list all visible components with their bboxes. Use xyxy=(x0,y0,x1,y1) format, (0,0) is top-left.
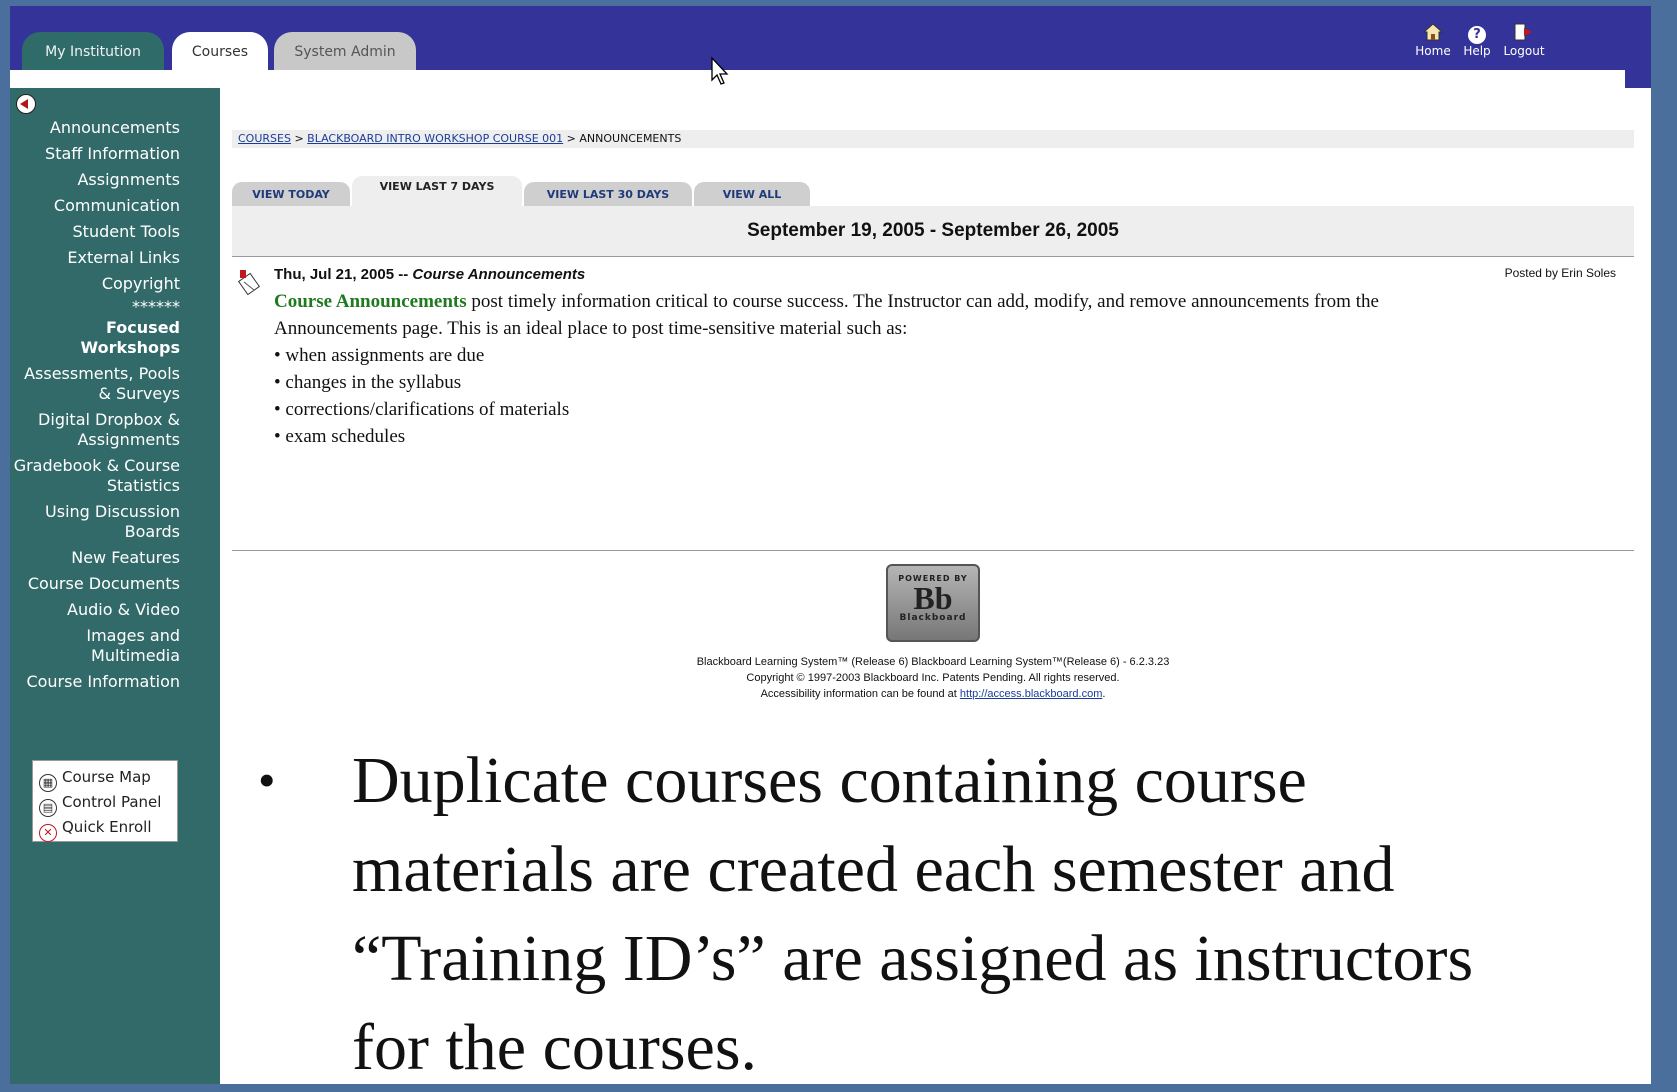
tab-system-admin[interactable]: System Admin xyxy=(274,32,416,70)
breadcrumb-courses-link[interactable]: COURSES xyxy=(238,132,291,145)
footer-accessibility-text: Accessibility information can be found a… xyxy=(760,688,957,700)
help-icon: ? xyxy=(1459,22,1495,44)
slide-bullet-icon: • xyxy=(258,752,276,808)
menu-item-assignments[interactable]: Assignments xyxy=(10,170,180,190)
tab-my-institution[interactable]: My Institution xyxy=(22,32,164,70)
quick-enroll-link[interactable]: ✕ Quick Enroll xyxy=(39,815,177,842)
tab-view-today[interactable]: VIEW TODAY xyxy=(232,182,350,206)
home-label: Home xyxy=(1415,44,1451,58)
course-menu: Announcements Staff Information Assignme… xyxy=(10,118,180,698)
menu-item-audio-video[interactable]: Audio & Video xyxy=(10,600,180,620)
tab-view-all[interactable]: VIEW ALL xyxy=(694,182,810,206)
course-map-link[interactable]: ▦ Course Map xyxy=(39,765,177,792)
date-range-heading: September 19, 2005 - September 26, 2005 xyxy=(232,206,1634,257)
quick-enroll-label: Quick Enroll xyxy=(62,818,152,836)
menu-item-digital-dropbox[interactable]: Digital Dropbox & Assignments xyxy=(10,410,180,450)
mouse-cursor-icon xyxy=(711,56,729,85)
menu-item-assessments[interactable]: Assessments, Pools & Surveys xyxy=(10,364,180,404)
menu-item-gradebook[interactable]: Gradebook & Course Statistics xyxy=(10,456,180,496)
announcement-dash: -- xyxy=(398,266,409,283)
menu-item-images-multimedia[interactable]: Images and Multimedia xyxy=(10,626,180,666)
logout-button[interactable]: Logout xyxy=(1499,22,1549,58)
tab-courses[interactable]: Courses xyxy=(172,32,268,70)
slide-line-2: materials are created each semester and xyxy=(352,833,1395,906)
header-edge xyxy=(1625,70,1651,88)
breadcrumb-current: ANNOUNCEMENTS xyxy=(579,132,682,145)
announcement-icon xyxy=(237,270,261,296)
announcement-highlight: Course Announcements xyxy=(274,291,467,312)
announcement-date: Thu, Jul 21, 2005 xyxy=(274,266,395,283)
menu-item-course-information[interactable]: Course Information xyxy=(10,672,180,692)
list-item: changes in the syllabus xyxy=(274,369,1404,396)
breadcrumb-separator: > xyxy=(294,132,304,145)
list-item: corrections/clarifications of materials xyxy=(274,396,1404,423)
menu-item-student-tools[interactable]: Student Tools xyxy=(10,222,180,242)
top-navigation-bar: My Institution Courses System Admin Home… xyxy=(10,6,1651,70)
list-item: exam schedules xyxy=(274,423,1404,450)
breadcrumb-course-link[interactable]: BLACKBOARD INTRO WORKSHOP COURSE 001 xyxy=(307,132,563,145)
control-panel-label: Control Panel xyxy=(62,793,162,811)
menu-item-discussion-boards[interactable]: Using Discussion Boards xyxy=(10,502,180,542)
logout-icon xyxy=(1499,22,1549,44)
browser-frame: My Institution Courses System Admin Home… xyxy=(10,6,1651,1084)
slide-line-1: Duplicate courses containing course xyxy=(352,744,1307,817)
logout-label: Logout xyxy=(1503,44,1545,58)
slide-lines: Duplicate courses containing course mate… xyxy=(352,736,1652,1092)
announcement-bullets: when assignments are due changes in the … xyxy=(274,342,1404,450)
announcement-title: Course Announcements xyxy=(412,266,586,283)
view-tabs: VIEW TODAY VIEW LAST 7 DAYS VIEW LAST 30… xyxy=(232,176,932,206)
page-footer: Blackboard Learning System™ (Release 6) … xyxy=(232,654,1634,702)
quick-enroll-icon: ✕ xyxy=(39,824,57,842)
menu-item-course-documents[interactable]: Course Documents xyxy=(10,574,180,594)
help-label: Help xyxy=(1463,44,1491,58)
list-item: when assignments are due xyxy=(274,342,1404,369)
posted-by: Posted by Erin Soles xyxy=(1504,266,1616,280)
collapse-menu-icon[interactable] xyxy=(16,94,36,114)
course-tools-box: ▦ Course Map ▤ Control Panel ✕ Quick Enroll xyxy=(32,760,178,842)
home-button[interactable]: Home xyxy=(1411,22,1455,58)
breadcrumb-separator: > xyxy=(566,132,576,145)
menu-item-announcements[interactable]: Announcements xyxy=(10,118,180,138)
course-menu-sidebar: Announcements Staff Information Assignme… xyxy=(10,88,220,1084)
breadcrumb: COURSES > BLACKBOARD INTRO WORKSHOP COUR… xyxy=(232,130,1634,148)
tab-view-last-7-days[interactable]: VIEW LAST 7 DAYS xyxy=(352,176,522,206)
logo-bb: Bb xyxy=(913,580,953,616)
announcement-header: Thu, Jul 21, 2005 -- Course Announcement… xyxy=(274,266,585,283)
menu-item-new-features[interactable]: New Features xyxy=(10,548,180,568)
menu-heading-focused-workshops: Focused Workshops xyxy=(80,318,180,357)
menu-item-copyright[interactable]: Copyright xyxy=(10,274,180,294)
tab-view-last-30-days[interactable]: VIEW LAST 30 DAYS xyxy=(524,182,692,206)
footer-release: Blackboard Learning System™ (Release 6) … xyxy=(696,656,1170,668)
control-panel-link[interactable]: ▤ Control Panel xyxy=(39,790,177,817)
course-map-label: Course Map xyxy=(62,768,151,786)
header-tools: Home ? Help Logout xyxy=(1411,22,1551,68)
menu-item-staff-information[interactable]: Staff Information xyxy=(10,144,180,164)
accessibility-link[interactable]: http://access.blackboard.com xyxy=(960,688,1102,700)
divider xyxy=(232,550,1634,551)
help-button[interactable]: ? Help xyxy=(1459,22,1495,58)
menu-item-external-links[interactable]: External Links xyxy=(10,248,180,268)
menu-separator: ****** xyxy=(132,297,180,316)
announcement-body: Course Announcements post timely informa… xyxy=(274,288,1404,450)
footer-copyright: Copyright © 1997-2003 Blackboard Inc. Pa… xyxy=(746,672,1120,684)
menu-item-communication[interactable]: Communication xyxy=(10,196,180,216)
footer-accessibility: Accessibility information can be found a… xyxy=(232,686,1634,702)
blackboard-logo: POWERED BY Bb Blackboard xyxy=(886,564,980,642)
slide-line-4: for the courses. xyxy=(352,1011,758,1084)
logo-name: Blackboard xyxy=(899,613,967,623)
home-icon xyxy=(1411,22,1455,44)
footer-period: . xyxy=(1102,688,1106,700)
slide-line-3: “Training ID’s” are assigned as instruct… xyxy=(352,922,1474,995)
